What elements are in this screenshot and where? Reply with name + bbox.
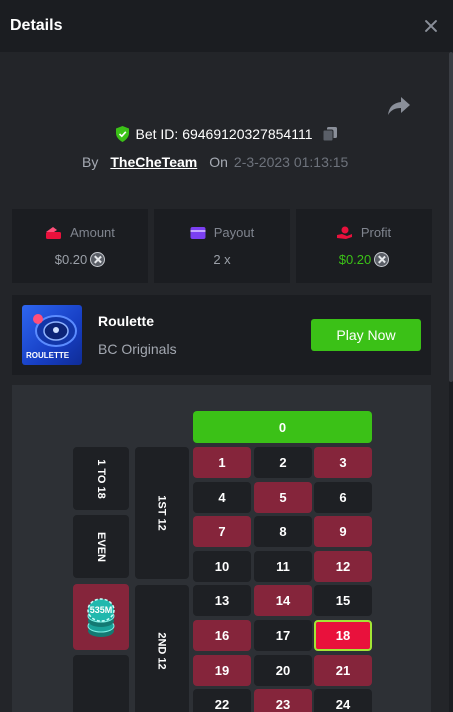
- close-icon[interactable]: [421, 16, 441, 36]
- number-cell-2[interactable]: 2: [254, 447, 312, 478]
- modal-title: Details: [10, 17, 63, 34]
- bet-date: 2-3-2023 01:13:15: [233, 154, 349, 170]
- bet-1-to-18-label: 1 TO 18: [94, 458, 107, 499]
- chip-stack-icon: [87, 598, 115, 637]
- bet-1st-12-label: 1ST 12: [156, 495, 168, 531]
- play-now-button[interactable]: Play Now: [311, 319, 421, 351]
- game-provider: BC Originals: [98, 341, 177, 357]
- number-cell-19[interactable]: 19: [193, 654, 251, 686]
- number-cell-23[interactable]: 23: [254, 689, 312, 712]
- by-label: By: [82, 154, 99, 170]
- bet-2nd-12[interactable]: 2ND 12: [135, 585, 189, 712]
- bet-2nd-12-label: 2ND 12: [155, 632, 168, 670]
- game-name: Roulette: [98, 313, 154, 329]
- amount-value: $0.20: [54, 252, 88, 267]
- thumbnail-label: ROULETTE: [26, 351, 70, 360]
- payout-value: 2 x: [213, 252, 231, 267]
- number-cell-13[interactable]: 13: [193, 585, 251, 617]
- username-link[interactable]: TheCheTeam: [110, 154, 197, 170]
- number-cell-4[interactable]: 4: [193, 481, 251, 513]
- number-cell-21[interactable]: 21: [314, 654, 372, 686]
- number-cell-10[interactable]: 10: [193, 550, 251, 582]
- bet-stats: Amount $0.20 Payout 2 x Profit $0.20: [12, 209, 432, 283]
- bet-meta-row: By TheCheTeam On 2-3-2023 01:13:15: [82, 154, 348, 170]
- number-cell-17[interactable]: 17: [254, 620, 312, 651]
- wallet-icon: [46, 226, 62, 239]
- bet-even-label: EVEN: [95, 531, 107, 562]
- profit-label: Profit: [360, 225, 392, 240]
- number-cell-18[interactable]: 18: [314, 620, 372, 651]
- modal-header: Details: [0, 0, 453, 52]
- number-cell-7[interactable]: 7: [193, 516, 251, 548]
- bet-1-to-18[interactable]: 1 TO 18: [73, 447, 129, 510]
- on-label: On: [209, 154, 228, 170]
- number-cell-9[interactable]: 9: [314, 516, 372, 548]
- copy-icon[interactable]: [322, 126, 338, 142]
- hand-coin-icon: [336, 226, 352, 239]
- number-cell-5[interactable]: 5: [254, 481, 312, 513]
- payout-card: Payout 2 x: [154, 209, 290, 283]
- number-cell-8[interactable]: 8: [254, 516, 312, 548]
- profit-value: $0.20: [338, 252, 372, 267]
- number-cell-24[interactable]: 24: [314, 689, 372, 712]
- number-cell-16[interactable]: 16: [193, 620, 251, 651]
- payout-label: Payout: [213, 225, 255, 240]
- card-icon: [190, 226, 206, 239]
- profit-card: Profit $0.20: [296, 209, 432, 283]
- number-cell-15[interactable]: 15: [314, 585, 372, 617]
- chip-amount: 535M: [89, 605, 113, 615]
- roulette-board: 0 1 TO 18 EVEN 535M 1ST 12 2ND 12 123456…: [12, 385, 431, 712]
- currency-coin-icon: [90, 252, 106, 267]
- bet-id-row: Bet ID: 69469120327854111: [0, 126, 453, 142]
- number-cell-14[interactable]: 14: [254, 585, 312, 617]
- number-cell-6[interactable]: 6: [314, 481, 372, 513]
- amount-label: Amount: [70, 225, 115, 240]
- scrollbar-thumb[interactable]: [449, 52, 453, 382]
- bet-even[interactable]: EVEN: [73, 515, 129, 578]
- amount-card: Amount $0.20: [12, 209, 148, 283]
- verified-shield-icon: [115, 126, 129, 142]
- number-cell-11[interactable]: 11: [254, 550, 312, 582]
- number-cell-1[interactable]: 1: [193, 447, 251, 478]
- bet-chip: 535M: [87, 596, 115, 638]
- currency-coin-icon: [374, 252, 390, 267]
- bet-1st-12[interactable]: 1ST 12: [135, 447, 189, 579]
- number-cell-3[interactable]: 3: [314, 447, 372, 478]
- game-thumbnail[interactable]: ROULETTE: [22, 305, 82, 365]
- number-cell-12[interactable]: 12: [314, 550, 372, 582]
- number-cell-20[interactable]: 20: [254, 654, 312, 686]
- number-cell-0[interactable]: 0: [193, 411, 372, 443]
- bet-red[interactable]: 535M: [73, 584, 129, 650]
- share-icon[interactable]: [387, 96, 411, 116]
- game-card: ROULETTE Roulette BC Originals Play Now: [12, 295, 431, 375]
- bet-id: Bet ID: 69469120327854111: [135, 126, 313, 142]
- bet-black[interactable]: [73, 655, 129, 712]
- number-cell-22[interactable]: 22: [193, 689, 251, 712]
